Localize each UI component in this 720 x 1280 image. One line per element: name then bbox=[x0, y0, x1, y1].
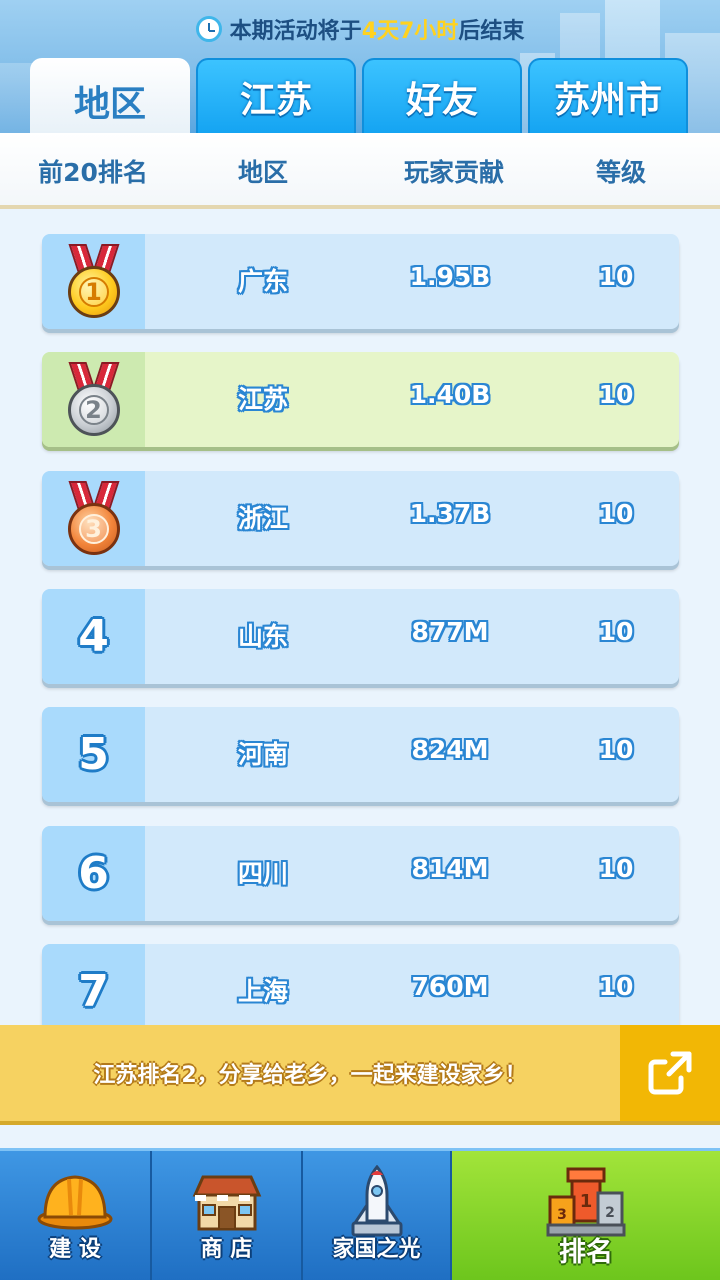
rank-cell: 3 bbox=[42, 471, 145, 566]
nav-ranking-label: 排名 bbox=[559, 1237, 613, 1268]
rank-cell: 5 bbox=[42, 707, 145, 802]
contribution-value: 1.37B bbox=[409, 499, 491, 528]
event-timer: 本期活动将于 4天7小时 后结束 bbox=[0, 12, 720, 46]
level-value: 10 bbox=[598, 380, 634, 409]
region-name: 山东 bbox=[237, 622, 289, 651]
level-value: 10 bbox=[598, 735, 634, 764]
leaderboard-row[interactable]: 1 广东 1.95B 10 bbox=[42, 234, 679, 329]
column-region: 地区 bbox=[237, 158, 289, 187]
tab-suzhou[interactable]: 苏州市 bbox=[528, 58, 688, 133]
nav-shop[interactable]: 商 店 bbox=[152, 1151, 303, 1280]
header: 本期活动将于 4天7小时 后结束 地区 江苏 好友 苏州市 bbox=[0, 0, 720, 133]
rank-number: 5 bbox=[78, 729, 109, 780]
nav-shop-label: 商 店 bbox=[200, 1237, 253, 1262]
rank-number: 4 bbox=[78, 611, 109, 662]
region-name: 上海 bbox=[237, 977, 289, 1006]
rank-cell: 1 bbox=[42, 234, 145, 329]
svg-text:1: 1 bbox=[580, 1191, 593, 1212]
leaderboard-row[interactable]: 5 河南 824M 10 bbox=[42, 707, 679, 802]
column-header: 前20排名 地区 玩家贡献 等级 bbox=[0, 133, 720, 209]
contribution-value: 1.95B bbox=[409, 262, 491, 291]
rocket-icon bbox=[351, 1165, 402, 1237]
nav-ranking[interactable]: 1 3 2 排名 bbox=[452, 1151, 720, 1280]
nav-national-glory[interactable]: 家国之光 bbox=[303, 1151, 452, 1280]
level-value: 10 bbox=[598, 262, 634, 291]
share-banner: 江苏排名2，分享给老乡，一起来建设家乡！ bbox=[0, 1025, 720, 1121]
region-name: 河南 bbox=[237, 740, 289, 769]
rank-number: 6 bbox=[78, 848, 109, 899]
leaderboard-row-highlighted[interactable]: 2 江苏 1.40B 10 bbox=[42, 352, 679, 447]
tab-jiangsu[interactable]: 江苏 bbox=[196, 58, 356, 133]
region-name: 浙江 bbox=[237, 504, 289, 533]
hard-hat-icon bbox=[37, 1175, 113, 1230]
leaderboard-row[interactable]: 6 四川 814M 10 bbox=[42, 826, 679, 921]
tab-bar: 地区 江苏 好友 苏州市 bbox=[30, 58, 694, 133]
timer-remaining: 4天7小时 bbox=[361, 19, 459, 44]
leaderboard-list[interactable]: 1 广东 1.95B 10 2 江苏 1.40B 10 3 浙江 1.37B 1… bbox=[0, 210, 720, 1025]
timer-suffix: 后结束 bbox=[458, 19, 525, 44]
svg-text:3: 3 bbox=[557, 1207, 567, 1223]
column-rank: 前20排名 bbox=[38, 158, 148, 187]
leaderboard-row[interactable]: 4 山东 877M 10 bbox=[42, 589, 679, 684]
column-contribution: 玩家贡献 bbox=[403, 158, 505, 187]
share-message: 江苏排名2，分享给老乡，一起来建设家乡！ bbox=[93, 1063, 527, 1088]
tab-region[interactable]: 地区 bbox=[30, 58, 190, 133]
leaderboard-row[interactable]: 7 上海 760M 10 bbox=[42, 944, 679, 1025]
share-button[interactable] bbox=[620, 1025, 720, 1121]
clock-icon bbox=[195, 16, 222, 42]
bronze-medal-icon: 3 bbox=[66, 480, 122, 557]
gold-medal-icon: 1 bbox=[66, 243, 122, 320]
column-level: 等级 bbox=[595, 158, 647, 187]
contribution-value: 814M bbox=[411, 854, 489, 883]
bottom-nav: 建 设 商 店 家国之光 1 3 2 排名 bbox=[0, 1148, 720, 1280]
level-value: 10 bbox=[598, 972, 634, 1001]
share-icon bbox=[648, 1051, 692, 1095]
region-name: 广东 bbox=[237, 267, 289, 296]
silver-medal-icon: 2 bbox=[66, 361, 122, 438]
timer-prefix: 本期活动将于 bbox=[229, 19, 362, 44]
nav-build-label: 建 设 bbox=[49, 1237, 101, 1262]
contribution-value: 877M bbox=[411, 617, 489, 646]
contribution-value: 760M bbox=[411, 972, 489, 1001]
level-value: 10 bbox=[598, 499, 634, 528]
rank-cell: 7 bbox=[42, 944, 145, 1025]
nav-national-glory-label: 家国之光 bbox=[332, 1237, 421, 1262]
level-value: 10 bbox=[598, 854, 634, 883]
leaderboard-row[interactable]: 3 浙江 1.37B 10 bbox=[42, 471, 679, 566]
svg-text:2: 2 bbox=[605, 1205, 615, 1221]
rank-cell: 4 bbox=[42, 589, 145, 684]
region-name: 江苏 bbox=[237, 385, 289, 414]
nav-build[interactable]: 建 设 bbox=[0, 1151, 152, 1280]
rank-cell: 2 bbox=[42, 352, 145, 447]
rank-number: 7 bbox=[78, 966, 109, 1017]
shop-icon bbox=[192, 1175, 261, 1231]
contribution-value: 824M bbox=[411, 735, 489, 764]
rank-cell: 6 bbox=[42, 826, 145, 921]
region-name: 四川 bbox=[237, 859, 289, 888]
tab-friends[interactable]: 好友 bbox=[362, 58, 522, 133]
level-value: 10 bbox=[598, 617, 634, 646]
contribution-value: 1.40B bbox=[409, 380, 491, 409]
podium-icon: 1 3 2 bbox=[546, 1167, 626, 1237]
